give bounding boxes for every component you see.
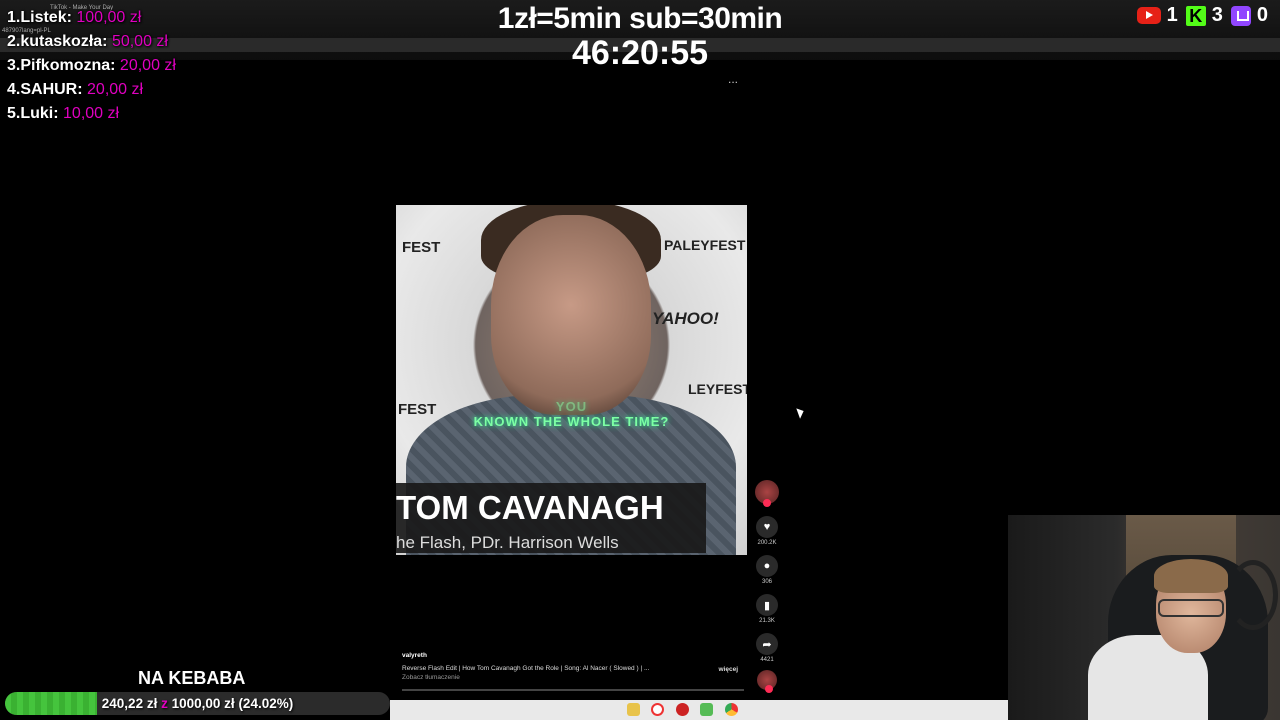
save-count: 21.3K <box>759 618 775 624</box>
more-options-icon[interactable]: ... <box>728 72 738 86</box>
video-caption: YOU KNOWN THE WHOLE TIME? <box>473 399 670 429</box>
video-progress-bar[interactable] <box>402 689 744 691</box>
translate-link[interactable]: Zobacz tłumaczenie <box>402 674 742 681</box>
save-button[interactable]: ▮ 21.3K <box>754 594 780 624</box>
more-link[interactable]: więcej <box>718 666 738 673</box>
paleyfest-watermark: PALEYFEST <box>664 237 746 253</box>
kick-counter: K 3 <box>1185 4 1223 27</box>
share-count: 4421 <box>760 657 774 663</box>
comment-count: 306 <box>761 579 772 585</box>
paleyfest-watermark: FEST <box>402 239 441 256</box>
youtube-icon <box>1136 7 1161 24</box>
goal-progress-text: 240,22 zł z 1000,00 zł (24.02%) <box>101 696 294 711</box>
chrome-icon[interactable] <box>725 703 738 716</box>
lower-third-role: he Flash, PDr. Harrison Wells <box>396 533 619 552</box>
tiktok-video[interactable]: FEST PALEYFEST YAHOO! FEST LEYFEST YOU K… <box>396 205 747 555</box>
paleyfest-watermark: LEYFEST <box>688 381 747 397</box>
windows-taskbar <box>390 700 1008 720</box>
lower-third: TOM CAVANAGH he Flash, PDr. Harrison Wel… <box>396 483 706 553</box>
goal-title: NA KEBABA <box>138 668 246 688</box>
video-description: valyreth Reverse Flash Edit | How Tom Ca… <box>402 652 742 681</box>
mouse-cursor-icon <box>796 406 806 419</box>
bookmark-icon: ▮ <box>756 594 778 616</box>
platform-counters: 1 K 3 0 <box>1136 4 1268 27</box>
description-text: Reverse Flash Edit | How Tom Cavanagh Go… <box>402 665 650 672</box>
lower-third-name: TOM CAVANAGH <box>396 489 664 526</box>
yahoo-watermark: YAHOO! <box>652 309 719 328</box>
app-icon[interactable] <box>676 703 689 716</box>
comment-icon: ● <box>756 555 778 577</box>
music-disc[interactable] <box>754 670 780 693</box>
creator-username[interactable]: valyreth <box>402 652 742 659</box>
donation-goal-bar: 240,22 zł z 1000,00 zł (24.02%) <box>5 692 390 715</box>
streamer-webcam <box>1008 515 1280 720</box>
youtube-counter: 1 <box>1136 4 1178 27</box>
video-person-face <box>491 215 651 415</box>
folder-icon[interactable] <box>627 703 640 716</box>
app-icon[interactable] <box>700 703 713 716</box>
like-button[interactable]: ♥ 200.2K <box>754 516 780 546</box>
comment-button[interactable]: ● 306 <box>754 555 780 585</box>
creator-avatar[interactable] <box>754 480 780 507</box>
share-button[interactable]: ➦ 4421 <box>754 633 780 663</box>
twitch-icon <box>1230 5 1251 26</box>
twitch-counter: 0 <box>1230 4 1268 27</box>
donor-entry: 4.SAHUR: 20,00 zł <box>7 81 144 98</box>
subathon-rate-text: 1zł=5min sub=30min <box>497 2 783 35</box>
kick-icon: K <box>1185 5 1206 26</box>
subathon-timer: 46:20:55 <box>571 34 709 72</box>
heart-icon: ♥ <box>756 516 778 538</box>
donor-entry: 5.Luki: 10,00 zł <box>7 105 120 122</box>
opera-icon[interactable] <box>651 703 664 716</box>
share-icon: ➦ <box>756 633 778 655</box>
like-count: 200.2K <box>757 540 777 546</box>
